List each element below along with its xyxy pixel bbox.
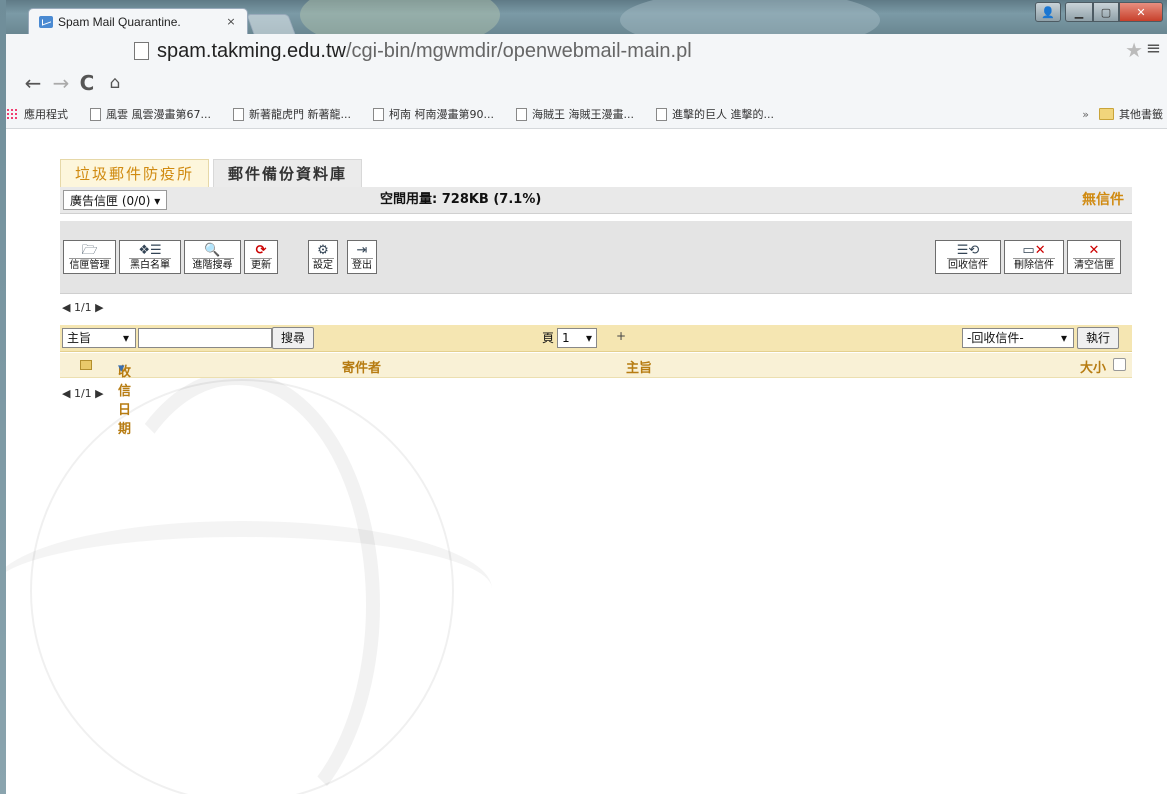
app-tabs: 垃圾郵件防疫所 郵件備份資料庫: [60, 159, 363, 187]
page-label: 頁: [542, 331, 555, 345]
delete-mail-button[interactable]: ▭✕ 刪除信件: [1004, 240, 1064, 274]
window-frame-left: [0, 0, 6, 794]
bookmark-apps[interactable]: 應用程式: [24, 106, 68, 122]
mail-favicon-icon: [39, 15, 53, 28]
apps-grid-icon[interactable]: [6, 108, 18, 120]
refresh-icon: ⟳: [255, 243, 267, 258]
window-controls: 👤 ▁ ▢ ✕: [1035, 2, 1163, 22]
search-field-select[interactable]: 主旨 ▾: [62, 328, 136, 348]
folder-info-bar: 廣告信匣 (0/0) ▾ 空間用量: 728KB (7.1%) 無信件: [60, 187, 1132, 214]
bookmark-item[interactable]: 風雲 風雲漫畫第67...: [90, 106, 211, 122]
folder-icon: [1099, 108, 1114, 120]
pager-top[interactable]: ◀ 1/1 ▶: [62, 301, 104, 314]
settings-button[interactable]: ⚙ 設定: [308, 240, 338, 274]
no-mail-label: 無信件: [1082, 192, 1124, 208]
background-blob: [300, 0, 500, 34]
dropdown-arrow-icon: ▾: [585, 331, 592, 345]
maximize-icon[interactable]: ▢: [1093, 2, 1119, 22]
background-globe-watermark: [0, 371, 492, 794]
reload-icon[interactable]: C: [76, 71, 98, 95]
quota-usage: 空間用量: 728KB (7.1%): [380, 192, 542, 207]
page-plus[interactable]: +: [616, 329, 626, 343]
bookmark-item[interactable]: 新著龍虎門 新著龍...: [232, 106, 351, 122]
search-button[interactable]: 搜尋: [272, 327, 315, 349]
refresh-button[interactable]: ⟳ 更新: [244, 240, 278, 274]
forward-arrow-icon[interactable]: →: [50, 71, 72, 95]
new-tab-button[interactable]: [246, 14, 296, 34]
folder-manage-button[interactable]: 🗁 信匣管理: [63, 240, 116, 274]
search-icon: 🔍: [204, 243, 221, 258]
browser-tab-title: Spam Mail Quarantine.: [58, 14, 181, 29]
tab-mail-backup[interactable]: 郵件備份資料庫: [213, 159, 363, 187]
url-host: spam.takming.edu.tw: [157, 39, 346, 62]
action-select[interactable]: -回收信件- ▾: [962, 328, 1074, 348]
other-bookmarks[interactable]: 其他書籤: [1099, 106, 1163, 122]
list-icon: ❖☰: [138, 243, 162, 258]
dropdown-arrow-icon: ▾: [122, 331, 129, 345]
advanced-search-button[interactable]: 🔍 進階搜尋: [184, 240, 241, 274]
close-window-icon[interactable]: ✕: [1119, 2, 1163, 22]
bookmark-item[interactable]: 進擊的巨人 進擊的...: [655, 106, 774, 122]
background-blob: [620, 0, 880, 34]
message-list-header: 收信日期 ▾ 寄件者 主旨 大小: [60, 353, 1132, 437]
clear-icon: ✕: [1088, 243, 1100, 258]
bookmark-item[interactable]: 柯南 柯南漫畫第90...: [372, 106, 494, 122]
clear-folder-button[interactable]: ✕ 清空信匣: [1067, 240, 1121, 274]
page-icon: [655, 107, 667, 121]
page-icon: [372, 107, 384, 121]
back-arrow-icon[interactable]: ←: [22, 71, 44, 95]
search-input[interactable]: [138, 328, 272, 348]
logout-button[interactable]: ⇥ 登出: [347, 240, 377, 274]
settings-icon: ⚙: [317, 243, 329, 258]
execute-button[interactable]: 執行: [1077, 327, 1120, 349]
bookmarks-overflow-icon[interactable]: »: [1082, 108, 1089, 121]
pager-bottom[interactable]: ◀ 1/1 ▶: [62, 387, 104, 400]
logout-icon: ⇥: [356, 243, 368, 258]
page-select[interactable]: 1 ▾: [557, 328, 597, 348]
action-toolbar: 🗁 信匣管理 ❖☰ 黑白名單 🔍 進階搜尋 ⟳ 更新 ⚙ 設定 ⇥ 登出 ☰⟲ …: [60, 221, 1132, 294]
window-titlebar: Spam Mail Quarantine. × 👤 ▁ ▢ ✕: [0, 0, 1167, 34]
sort-down-icon: ▾: [118, 361, 125, 376]
browser-toolbar: ← → C ⌂ spam.takming.edu.tw/cgi-bin/mgwm…: [0, 34, 1167, 101]
column-sender[interactable]: 寄件者: [342, 357, 381, 376]
bookmarks-bar: 應用程式 風雲 風雲漫畫第67... 新著龍虎門 新著龍... 柯南 柯南漫畫第…: [0, 100, 1167, 129]
column-subject[interactable]: 主旨: [626, 357, 652, 376]
page-icon: [232, 107, 244, 121]
home-icon[interactable]: ⌂: [104, 71, 126, 95]
bookmark-item[interactable]: 海賊王 海賊王漫畫...: [515, 106, 634, 122]
black-white-list-button[interactable]: ❖☰ 黑白名單: [119, 240, 181, 274]
envelope-icon: [80, 360, 92, 370]
url-path: /cgi-bin/mgwmdir/openwebmail-main.pl: [345, 39, 692, 62]
tab-spam-quarantine[interactable]: 垃圾郵件防疫所: [60, 159, 210, 187]
address-bar[interactable]: spam.takming.edu.tw/cgi-bin/mgwmdir/open…: [134, 38, 1134, 64]
dropdown-arrow-icon: ▾: [1060, 331, 1067, 345]
folder-select[interactable]: 廣告信匣 (0/0) ▾: [63, 190, 168, 210]
folder-icon: 🗁: [81, 243, 98, 258]
select-all-checkbox[interactable]: [1113, 358, 1126, 371]
recover-mail-button[interactable]: ☰⟲ 回收信件: [935, 240, 1001, 274]
recover-icon: ☰⟲: [956, 243, 980, 258]
user-profile-icon[interactable]: 👤: [1035, 2, 1061, 22]
page-icon: [134, 42, 149, 60]
tab-close-icon[interactable]: ×: [223, 15, 239, 28]
page-content: 垃圾郵件防疫所 郵件備份資料庫 廣告信匣 (0/0) ▾ 空間用量: 728KB…: [0, 129, 1167, 794]
column-size[interactable]: 大小: [1080, 357, 1106, 376]
page-icon: [90, 107, 101, 121]
browser-tab-active[interactable]: Spam Mail Quarantine. ×: [28, 8, 248, 34]
delete-icon: ▭✕: [1022, 243, 1046, 258]
search-bar: 主旨 ▾ 搜尋 頁 1 ▾ + -回收信件- ▾ 執行: [60, 325, 1132, 352]
page-icon: [515, 107, 527, 121]
chrome-menu-icon[interactable]: ≡: [1146, 38, 1161, 59]
bookmark-star-icon[interactable]: ★: [1125, 38, 1143, 62]
minimize-icon[interactable]: ▁: [1065, 2, 1093, 22]
